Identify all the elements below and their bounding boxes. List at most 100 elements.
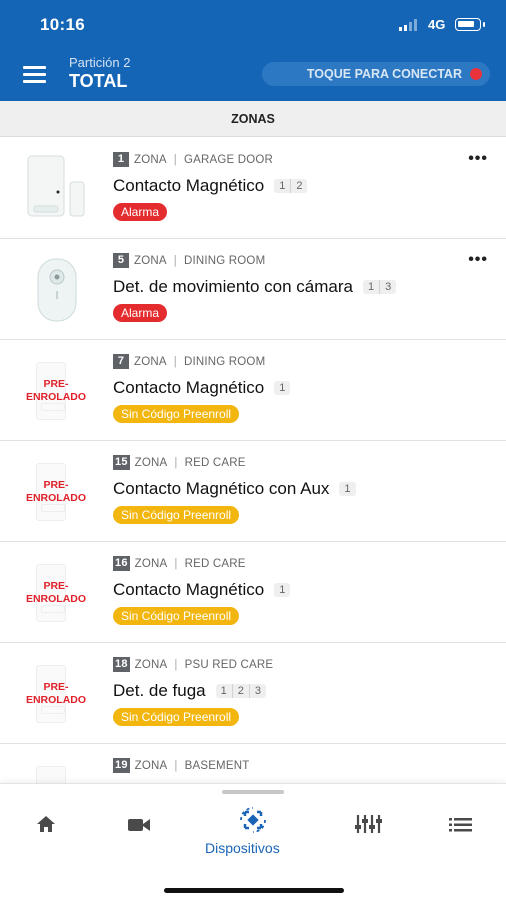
zone-location: DINING ROOM: [183, 254, 266, 267]
partition-chip: 1: [216, 684, 233, 698]
partition-chips: 12: [274, 179, 308, 193]
zone-location: GARAGE DOOR: [183, 153, 274, 166]
zone-row[interactable]: PRE- ENROLADO 7 ZONA | DINING ROOM Contac…: [0, 340, 506, 441]
status-badge: Alarma: [113, 203, 168, 221]
zone-label: ZONA: [134, 355, 167, 368]
zone-name: Contacto Magnético 1: [113, 378, 291, 398]
zone-number: 5: [113, 253, 129, 268]
partition-chip: 1: [279, 584, 286, 596]
network-label: 4G: [428, 17, 446, 32]
zone-label: ZONA: [134, 254, 167, 267]
app-header: 10:16 4G Partición 2 TOTAL TOQUE PARA CO…: [0, 0, 506, 101]
status-badge: Alarma: [113, 304, 168, 322]
more-options-icon[interactable]: •••: [468, 251, 488, 269]
zone-location: BASEMENT: [184, 759, 250, 772]
pre-enrolled-placeholder: PRE- ENROLADO: [18, 558, 102, 628]
hamburger-menu-icon[interactable]: [23, 66, 46, 83]
zone-list: 1 ZONA | GARAGE DOOR Contacto Magnético …: [0, 138, 506, 845]
sliders-icon[interactable]: [354, 813, 382, 840]
pre-enrolled-placeholder: PRE- ENROLADO: [18, 659, 102, 729]
zone-label: ZONA: [134, 456, 168, 469]
partition-chip: 1: [274, 179, 292, 193]
status-time: 10:16: [40, 15, 85, 34]
partition-chips: 1: [274, 381, 291, 395]
zone-row[interactable]: PRE- ENROLADO 16 ZONA | RED CARE Contacto…: [0, 542, 506, 643]
zone-name: Det. de movimiento con cámara 13: [113, 277, 397, 297]
motion-camera-sensor-image: [18, 253, 102, 327]
status-badge: Sin Código Preenroll: [113, 405, 240, 423]
zone-location: DINING ROOM: [183, 355, 266, 368]
zone-meta: 15 ZONA | RED CARE: [113, 455, 246, 470]
zone-number: 19: [113, 758, 130, 773]
door-contact-sensor-image: [18, 152, 102, 226]
pre-enrolled-label: ENROLADO: [25, 593, 87, 605]
zone-number: 15: [113, 455, 130, 470]
zone-meta: 18 ZONA | PSU RED CARE: [113, 657, 274, 672]
partition-chips: 13: [363, 280, 397, 294]
bottom-navigation: Dispositivos: [0, 783, 506, 900]
pre-enrolled-label: ENROLADO: [25, 391, 87, 403]
device-name: Contacto Magnético: [113, 580, 265, 599]
pre-enrolled-label: ENROLADO: [25, 694, 87, 706]
nav-label-devices[interactable]: Dispositivos: [205, 840, 280, 856]
signal-icon: [399, 19, 417, 31]
pre-enrolled-label: PRE-: [43, 479, 69, 491]
device-name: Det. de fuga: [113, 681, 206, 700]
zone-meta: 1 ZONA | GARAGE DOOR: [113, 152, 273, 167]
pre-enrolled-placeholder: PRE- ENROLADO: [18, 457, 102, 527]
home-icon[interactable]: [35, 814, 57, 839]
battery-icon: [455, 18, 485, 31]
partition-chips: 123: [215, 684, 266, 698]
zone-label: ZONA: [134, 759, 168, 772]
zone-location: PSU RED CARE: [184, 658, 274, 671]
zone-location: RED CARE: [184, 456, 246, 469]
zone-row[interactable]: PRE- ENROLADO 15 ZONA | RED CARE Contacto…: [0, 441, 506, 542]
zone-meta: 16 ZONA | RED CARE: [113, 556, 246, 571]
connect-button[interactable]: TOQUE PARA CONECTAR: [262, 62, 490, 86]
zone-label: ZONA: [134, 658, 168, 671]
more-options-icon[interactable]: •••: [468, 150, 488, 168]
pre-enrolled-label: PRE-: [43, 378, 69, 390]
zone-meta: 7 ZONA | DINING ROOM: [113, 354, 265, 369]
partition-chips: 1: [274, 583, 291, 597]
zone-name: Contacto Magnético 12: [113, 176, 308, 196]
zone-row[interactable]: 5 ZONA | DINING ROOM Det. de movimiento …: [0, 239, 506, 340]
zone-number: 18: [113, 657, 130, 672]
partition-chip: 1: [363, 280, 381, 294]
drawer-handle[interactable]: [222, 790, 284, 794]
partition-chip: 3: [254, 685, 261, 697]
zone-name: Det. de fuga 123: [113, 681, 266, 701]
partition-chip: 1: [344, 483, 351, 495]
pre-enrolled-placeholder: PRE- ENROLADO: [18, 356, 102, 426]
section-header: ZONAS: [0, 101, 506, 137]
zone-label: ZONA: [134, 153, 167, 166]
zone-row[interactable]: PRE- ENROLADO 18 ZONA | PSU RED CARE Det.…: [0, 643, 506, 744]
zone-label: ZONA: [134, 557, 168, 570]
pre-enrolled-label: ENROLADO: [25, 492, 87, 504]
zone-name: Contacto Magnético con Aux 1: [113, 479, 356, 499]
partition-chip: 3: [385, 281, 392, 293]
zone-number: 16: [113, 556, 130, 571]
home-indicator: [164, 888, 344, 893]
device-name: Contacto Magnético: [113, 176, 265, 195]
devices-icon[interactable]: [239, 806, 267, 839]
device-name: Contacto Magnético: [113, 378, 265, 397]
pre-enrolled-label: PRE-: [43, 580, 69, 592]
zone-row[interactable]: 1 ZONA | GARAGE DOOR Contacto Magnético …: [0, 138, 506, 239]
device-name: Contacto Magnético con Aux: [113, 479, 330, 498]
camera-icon[interactable]: [127, 817, 151, 838]
status-badge: Sin Código Preenroll: [113, 607, 240, 625]
connect-label: TOQUE PARA CONECTAR: [306, 67, 462, 81]
list-icon[interactable]: [449, 818, 472, 837]
zone-number: 7: [113, 354, 129, 369]
zone-meta: 5 ZONA | DINING ROOM: [113, 253, 265, 268]
zone-meta: 19 ZONA | BASEMENT: [113, 758, 250, 773]
status-badge: Sin Código Preenroll: [113, 506, 240, 524]
pre-enrolled-label: PRE-: [43, 681, 69, 693]
status-badge: Sin Código Preenroll: [113, 708, 240, 726]
partition-chip: 2: [296, 180, 303, 192]
partition-chip: 2: [233, 684, 250, 698]
zone-location: RED CARE: [184, 557, 246, 570]
partition-chip: 1: [279, 382, 286, 394]
arming-mode-title: TOTAL: [69, 71, 128, 91]
